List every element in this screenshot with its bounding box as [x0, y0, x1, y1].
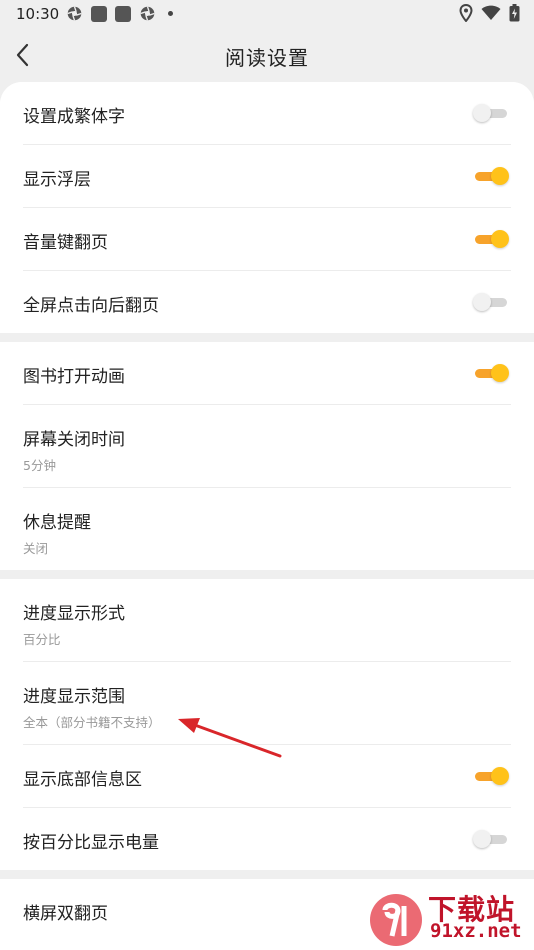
setting-volume-key-page[interactable]: 音量键翻页 — [23, 208, 511, 271]
setting-screen-off-time[interactable]: 屏幕关闭时间 5分钟 — [23, 405, 511, 488]
fullscreen-tap-forward-toggle[interactable] — [473, 293, 509, 311]
setting-label: 屏幕关闭时间 — [23, 430, 125, 450]
settings-group-landscape: 横屏双翻页 — [0, 879, 534, 941]
wifi-icon — [481, 5, 501, 20]
setting-traditional-chinese[interactable]: 设置成繁体字 — [23, 82, 511, 145]
system-icons — [459, 4, 520, 22]
setting-value: 百分比 — [23, 632, 61, 647]
title-bar: 阅读设置 — [0, 30, 534, 80]
status-time: 10:30 — [16, 5, 60, 23]
location-icon — [459, 4, 473, 22]
page-title: 阅读设置 — [225, 46, 309, 70]
setting-show-overlay[interactable]: 显示浮层 — [23, 145, 511, 208]
volume-key-page-toggle[interactable] — [473, 230, 509, 248]
setting-label: 横屏双翻页 — [23, 904, 108, 924]
setting-progress-range[interactable]: 进度显示范围 全本（部分书籍不支持） — [23, 662, 511, 745]
setting-battery-percent[interactable]: 按百分比显示电量 — [23, 808, 511, 870]
setting-label: 进度显示形式 — [23, 604, 125, 624]
setting-value: 全本（部分书籍不支持） — [23, 715, 161, 730]
settings-group-display: 设置成繁体字 显示浮层 音量键翻页 全屏点击向后翻页 — [0, 82, 534, 333]
setting-bottom-info-area[interactable]: 显示底部信息区 — [23, 745, 511, 808]
setting-label: 设置成繁体字 — [23, 107, 125, 127]
setting-label: 全屏点击向后翻页 — [23, 296, 159, 316]
setting-value: 关闭 — [23, 541, 49, 556]
bottom-info-area-toggle[interactable] — [473, 767, 509, 785]
battery-percent-toggle[interactable] — [473, 830, 509, 848]
notification-icons — [66, 5, 173, 22]
app-notification-icon — [115, 5, 131, 22]
aperture-icon — [140, 6, 155, 21]
setting-fullscreen-tap-forward[interactable]: 全屏点击向后翻页 — [23, 271, 511, 333]
settings-group-behavior: 图书打开动画 屏幕关闭时间 5分钟 休息提醒 关闭 — [0, 342, 534, 570]
group-divider — [0, 333, 534, 342]
setting-value: 5分钟 — [23, 458, 56, 473]
group-divider — [0, 870, 534, 879]
more-notifications-dot — [168, 11, 173, 16]
aperture-icon — [67, 6, 82, 21]
setting-rest-reminder[interactable]: 休息提醒 关闭 — [23, 488, 511, 570]
battery-charging-icon — [509, 4, 520, 22]
setting-progress-format[interactable]: 进度显示形式 百分比 — [23, 579, 511, 662]
setting-label: 显示浮层 — [23, 170, 91, 190]
traditional-chinese-toggle[interactable] — [473, 104, 509, 122]
setting-landscape-double-page[interactable]: 横屏双翻页 — [23, 879, 511, 941]
app-notification-icon — [91, 5, 107, 22]
setting-label: 按百分比显示电量 — [23, 833, 159, 853]
setting-book-open-animation[interactable]: 图书打开动画 — [23, 342, 511, 405]
setting-label: 进度显示范围 — [23, 687, 125, 707]
group-divider — [0, 570, 534, 579]
show-overlay-toggle[interactable] — [473, 167, 509, 185]
setting-label: 休息提醒 — [23, 513, 91, 533]
settings-list: 设置成繁体字 显示浮层 音量键翻页 全屏点击向后翻页 图书打开动画 屏幕关闭时间… — [0, 82, 534, 950]
status-bar: 10:30 — [0, 0, 534, 28]
setting-label: 图书打开动画 — [23, 367, 125, 387]
setting-label: 显示底部信息区 — [23, 770, 142, 790]
book-open-animation-toggle[interactable] — [473, 364, 509, 382]
setting-label: 音量键翻页 — [23, 233, 108, 253]
settings-group-progress: 进度显示形式 百分比 进度显示范围 全本（部分书籍不支持） 显示底部信息区 按百… — [0, 579, 534, 870]
